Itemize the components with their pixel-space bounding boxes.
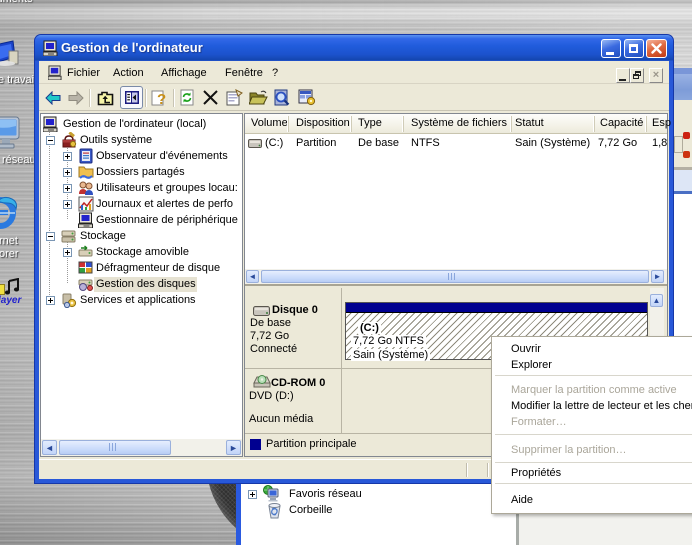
svg-text:?: ? <box>157 91 166 106</box>
